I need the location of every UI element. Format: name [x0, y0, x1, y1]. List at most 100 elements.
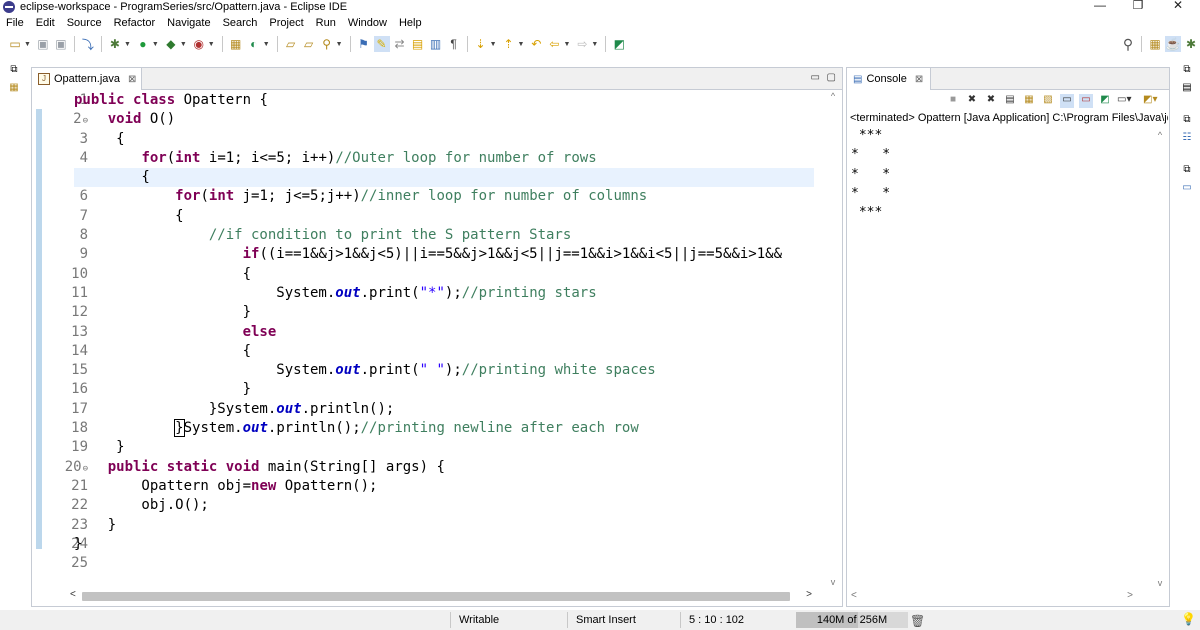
show-source-icon[interactable]: ▤: [410, 36, 426, 52]
back-icon[interactable]: ⇦: [546, 36, 562, 52]
search-tool-icon[interactable]: ⚲: [319, 36, 335, 52]
code-line: }: [74, 304, 252, 321]
code-text[interactable]: public class Opattern { void O() { for(i…: [74, 91, 814, 573]
show-stdout-icon[interactable]: ▭: [1060, 94, 1074, 108]
minimize-icon[interactable]: ▭: [811, 72, 820, 83]
open-task-icon[interactable]: ▱: [301, 36, 317, 52]
code-area[interactable]: 1 2⊖ 3 4 5 6 7 8 9 10 11 12 13 14 15 16 …: [32, 91, 842, 587]
show-whitespace-icon[interactable]: ▥: [428, 36, 444, 52]
run-icon[interactable]: ●: [135, 36, 151, 52]
code-line: }: [74, 535, 83, 552]
menu-search[interactable]: Search: [217, 17, 264, 29]
console-vertical-scrollbar[interactable]: ^ v: [1152, 130, 1168, 588]
scroll-up-icon[interactable]: ^: [825, 91, 841, 101]
clear-console-icon[interactable]: ▤: [1003, 94, 1017, 108]
eclipse-icon: [3, 1, 15, 13]
menu-edit[interactable]: Edit: [30, 17, 61, 29]
package-explorer-icon[interactable]: ▦: [6, 82, 22, 96]
task-list-icon[interactable]: ▤: [1179, 82, 1195, 96]
menu-navigate[interactable]: Navigate: [161, 17, 216, 29]
heap-status[interactable]: 140M of 256M: [796, 612, 908, 628]
block-selection-icon[interactable]: ⇄: [392, 36, 408, 52]
console-tab[interactable]: ▤ Console ⊠: [847, 68, 931, 90]
open-type-icon[interactable]: ▱: [283, 36, 299, 52]
restore-button[interactable]: ❐: [1118, 0, 1158, 12]
remove-all-icon[interactable]: ✖: [984, 94, 998, 108]
quick-search-icon[interactable]: ⚲: [1120, 36, 1136, 52]
menu-source[interactable]: Source: [61, 17, 108, 29]
save-icon[interactable]: ▣: [35, 36, 51, 52]
next-edit-icon[interactable]: ⇣: [473, 36, 489, 52]
console-toolbar: ■ ✖ ✖ ▤ ▦ ▧ ▭ ▭ ◩ ▭▾ ◩▾: [941, 93, 1157, 109]
outline-icon[interactable]: ☷: [1179, 132, 1195, 146]
restore-icon[interactable]: ⧉: [1179, 164, 1195, 178]
restore-icon[interactable]: ⧉: [6, 64, 22, 78]
next-annotation-icon[interactable]: ⚑: [356, 36, 372, 52]
restore-icon[interactable]: ⧉: [1179, 64, 1195, 78]
menu-refactor[interactable]: Refactor: [108, 17, 162, 29]
menu-window[interactable]: Window: [342, 17, 393, 29]
last-edit-icon[interactable]: ↶: [528, 36, 544, 52]
pin-console-icon[interactable]: ◩: [1098, 94, 1112, 108]
scroll-right-icon[interactable]: >: [806, 589, 812, 600]
new-class-icon[interactable]: ◐: [246, 36, 262, 52]
menu-file[interactable]: File: [0, 17, 30, 29]
menu-run[interactable]: Run: [310, 17, 342, 29]
console-output-line: * *: [851, 166, 891, 182]
save-all-icon[interactable]: ▣: [53, 36, 69, 52]
minimize-button[interactable]: —: [1080, 0, 1120, 12]
scroll-left-icon[interactable]: <: [851, 590, 857, 601]
console-launch-status: <terminated> Opattern [Java Application]…: [850, 112, 1168, 124]
java-perspective-icon[interactable]: ☕: [1165, 36, 1181, 52]
code-line: if((i==1&&j>1&&j<5)||i==5&&j>1&&j<5||j==…: [242, 246, 783, 263]
debug-perspective-icon[interactable]: ✱: [1183, 36, 1199, 52]
close-button[interactable]: ✕: [1158, 0, 1198, 12]
mark-occurrences-icon[interactable]: ✎: [373, 36, 390, 52]
pilcrow-icon[interactable]: ¶: [446, 36, 462, 52]
word-wrap-icon[interactable]: ▧: [1041, 94, 1055, 108]
show-stderr-icon[interactable]: ▭: [1079, 94, 1093, 108]
insert-mode-status: Smart Insert: [567, 612, 679, 628]
remove-launch-icon[interactable]: ✖: [965, 94, 979, 108]
java-file-icon: J: [38, 73, 50, 85]
console-horizontal-scrollbar[interactable]: < >: [851, 590, 1151, 604]
scroll-down-icon[interactable]: v: [825, 577, 841, 587]
editor-horizontal-scrollbar[interactable]: < >: [68, 588, 812, 604]
scroll-right-icon[interactable]: >: [1127, 590, 1133, 601]
garbage-collect-icon[interactable]: 🗑: [910, 614, 925, 628]
terminate-icon[interactable]: ■: [946, 94, 960, 108]
menu-help[interactable]: Help: [393, 17, 428, 29]
open-console-icon[interactable]: ◩▾: [1143, 94, 1157, 108]
maximize-icon[interactable]: ▢: [827, 72, 836, 83]
forward-icon[interactable]: ⇨: [574, 36, 590, 52]
scrollbar-thumb[interactable]: [82, 592, 790, 601]
code-line: }: [74, 439, 125, 456]
console-output[interactable]: *** * * * * * * ***: [851, 126, 890, 222]
external-tools-icon[interactable]: ◉: [191, 36, 207, 52]
scroll-lock-icon[interactable]: ▦: [1022, 94, 1036, 108]
scroll-down-icon[interactable]: v: [1152, 578, 1168, 588]
maximize-icon[interactable]: ▭: [1179, 182, 1195, 196]
close-tab-icon[interactable]: ⊠: [915, 74, 923, 85]
coverage-icon[interactable]: ◆: [163, 36, 179, 52]
editor-tab[interactable]: J Opattern.java ⊠: [32, 68, 142, 90]
pin-editor-icon[interactable]: ◩: [611, 36, 627, 52]
display-console-icon[interactable]: ▭▾: [1117, 94, 1131, 108]
status-bar: Writable Smart Insert 5 : 10 : 102 140M …: [0, 610, 1200, 630]
menu-project[interactable]: Project: [263, 17, 309, 29]
scroll-left-icon[interactable]: <: [70, 589, 76, 600]
left-trim: ⧉ ▦: [0, 60, 28, 620]
tip-icon[interactable]: 💡: [1181, 612, 1196, 626]
restore-icon[interactable]: ⧉: [1179, 114, 1195, 128]
code-line: //if condition to print the S pattern St…: [208, 227, 572, 244]
new-java-project-icon[interactable]: ▦: [228, 36, 244, 52]
prev-edit-icon[interactable]: ⇡: [501, 36, 517, 52]
scroll-up-icon[interactable]: ^: [1152, 130, 1168, 140]
close-tab-icon[interactable]: ⊠: [128, 74, 136, 85]
debug-icon[interactable]: ✱: [107, 36, 123, 52]
new-icon[interactable]: ▭: [7, 36, 23, 52]
code-line: for(int i=1; i<=5; i++)//Outer loop for …: [141, 149, 597, 166]
editor-vertical-scrollbar[interactable]: ^ v: [825, 91, 841, 587]
open-perspective-icon[interactable]: ▦: [1147, 36, 1163, 52]
skip-breakpoints-icon[interactable]: ⤵: [80, 36, 96, 52]
